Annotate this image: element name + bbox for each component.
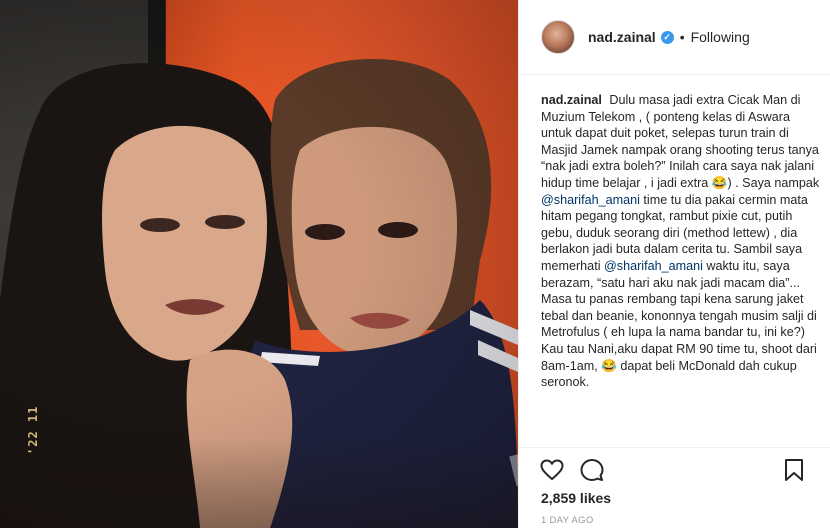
post-photo[interactable]: '22 11 mStar [0, 0, 518, 528]
likes-count[interactable]: 2,859 likes [541, 490, 611, 506]
bookmark-icon[interactable] [781, 457, 807, 483]
caption-text: Dulu masa jadi extra Cicak Man di Muzium… [541, 93, 820, 190]
action-bar [519, 447, 830, 491]
header-username[interactable]: nad.zainal [588, 29, 656, 45]
header-separator: • [679, 29, 685, 45]
following-button[interactable]: Following [691, 29, 750, 45]
post-caption: nad.zainal Dulu masa jadi extra Cicak Ma… [541, 92, 821, 447]
post-header: nad.zainal ✓ • Following [519, 0, 830, 75]
photo-date-stamp: '22 11 [26, 405, 40, 455]
heart-icon[interactable] [539, 457, 565, 483]
caption-text: waktu itu, saya berazam, “satu hari aku … [541, 258, 817, 390]
verified-badge-icon: ✓ [660, 30, 674, 44]
mention-link[interactable]: @sharifah_amani [541, 193, 640, 207]
comment-icon[interactable] [579, 457, 605, 483]
photo-shading [0, 0, 518, 528]
caption-username[interactable]: nad.zainal [541, 93, 602, 107]
caption-body: Dulu masa jadi extra Cicak Man di Muzium… [541, 93, 819, 389]
avatar[interactable] [541, 20, 575, 54]
post-side-panel: nad.zainal ✓ • Following nad.zainal Dulu… [518, 0, 830, 528]
caption-fade [541, 421, 821, 447]
post-timestamp[interactable]: 1 DAY AGO [541, 515, 594, 526]
mention-link[interactable]: @sharifah_amani [604, 259, 703, 273]
